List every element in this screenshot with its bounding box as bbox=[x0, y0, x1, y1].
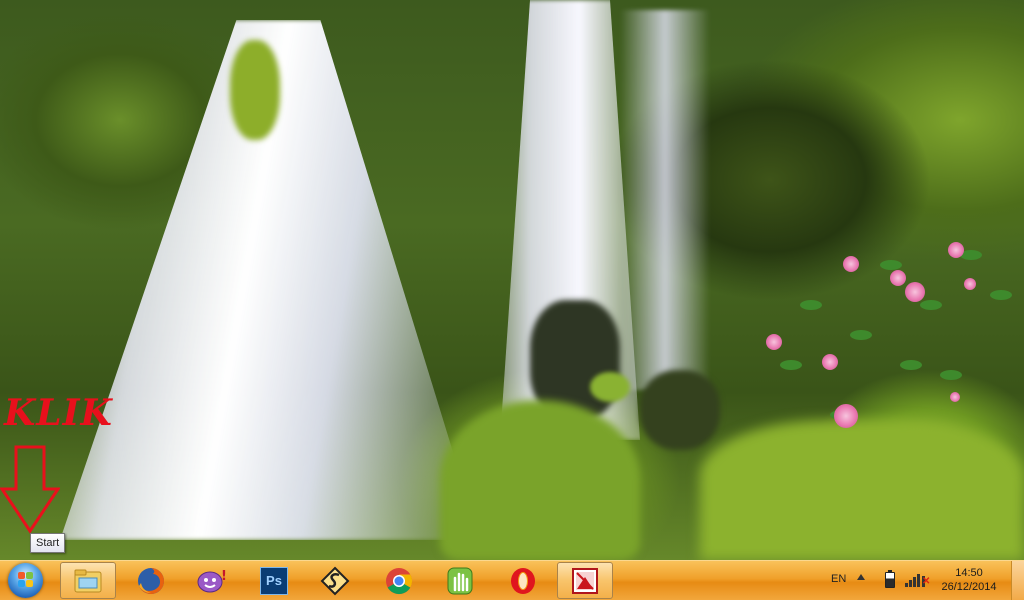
arrow-down-icon bbox=[0, 445, 60, 534]
taskbar-button-firefox[interactable] bbox=[123, 562, 179, 599]
taskbar-button-app-green-hand[interactable] bbox=[432, 562, 488, 599]
windows-orb-icon bbox=[8, 563, 43, 598]
mossy-rock bbox=[230, 40, 280, 140]
taskbar-button-app-yellow-s[interactable] bbox=[307, 562, 363, 599]
yellow-s-icon bbox=[320, 566, 350, 595]
clock-time: 14:50 bbox=[955, 567, 983, 579]
chrome-icon bbox=[386, 567, 413, 594]
mossy-bank bbox=[700, 420, 1024, 560]
opera-icon bbox=[511, 567, 535, 594]
green-hand-icon bbox=[447, 567, 473, 594]
desktop-wallpaper bbox=[0, 0, 1024, 560]
start-button[interactable] bbox=[4, 562, 48, 599]
taskbar-button-chrome[interactable] bbox=[371, 562, 427, 599]
photoshop-icon-label: Ps bbox=[266, 572, 282, 588]
taskbar-button-app-red-picture[interactable] bbox=[557, 562, 613, 599]
klik-annotation-label: KLIK bbox=[4, 392, 113, 434]
clock[interactable]: 14:50 26/12/2014 bbox=[934, 566, 1004, 594]
mossy-rock bbox=[590, 372, 630, 402]
folder-icon bbox=[74, 569, 102, 592]
clock-date: 26/12/2014 bbox=[941, 581, 997, 593]
taskbar-button-photoshop[interactable]: Ps bbox=[246, 562, 302, 599]
chevron-up-icon[interactable] bbox=[857, 574, 865, 580]
network-disconnected-icon: ✕ bbox=[922, 576, 931, 587]
mossy-rock bbox=[440, 400, 640, 560]
photoshop-icon: Ps bbox=[260, 566, 288, 595]
taskbar: ! Ps EN ✕ 14:50 26/12/2014 bbox=[0, 560, 1024, 600]
red-picture-icon bbox=[572, 567, 598, 594]
show-desktop-button[interactable] bbox=[1011, 561, 1024, 600]
taskbar-button-windows-explorer[interactable] bbox=[60, 562, 116, 599]
start-tooltip: Start bbox=[30, 533, 66, 553]
network-signal-icon[interactable]: ✕ bbox=[905, 571, 931, 587]
firefox-icon bbox=[138, 567, 164, 594]
rock bbox=[640, 370, 720, 450]
language-indicator[interactable]: EN bbox=[831, 573, 846, 585]
waterfall-right bbox=[620, 10, 710, 390]
yahoo-messenger-icon: ! bbox=[197, 569, 227, 592]
battery-icon[interactable] bbox=[885, 570, 895, 588]
taskbar-button-yahoo-messenger[interactable]: ! bbox=[184, 562, 240, 599]
taskbar-button-opera[interactable] bbox=[495, 562, 551, 599]
svg-text:!: ! bbox=[221, 569, 227, 584]
